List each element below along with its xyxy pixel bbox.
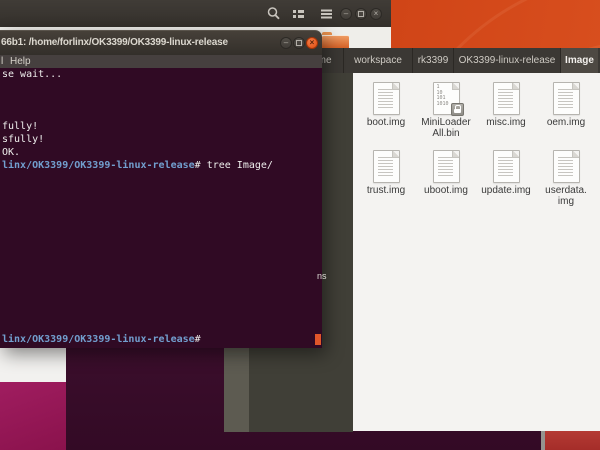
terminal-prompt-line: linx/OK3399/OK3399-linux-release# [2, 333, 201, 346]
page-fold [392, 83, 399, 90]
page-fold [452, 83, 459, 90]
file-grid: boot.img 1 10 101 1010 MiniLoader All.bin m… [356, 76, 596, 212]
terminal-line: fully! [2, 120, 322, 133]
text-file-icon [553, 150, 580, 183]
document-lines [378, 89, 393, 109]
terminal-window: 66b1: /home/forlinx/OK3399/OK3399-linux-… [0, 30, 322, 348]
breadcrumb-image[interactable]: Image [560, 48, 598, 73]
file-item[interactable]: misc.img [476, 76, 536, 144]
file-item[interactable]: uboot.img [416, 144, 476, 212]
file-label: oem.img [547, 117, 585, 128]
text-file-icon [493, 150, 520, 183]
file-item[interactable]: 1 10 101 1010 MiniLoader All.bin [416, 76, 476, 144]
document-lines [438, 157, 453, 177]
maximize-icon [296, 40, 302, 46]
close-button[interactable]: × [370, 8, 382, 20]
maximize-button[interactable] [355, 8, 367, 20]
terminal-close-button[interactable]: × [306, 37, 318, 49]
terminal-line [2, 94, 322, 107]
file-item[interactable]: oem.img [536, 76, 596, 144]
terminal-line: linx/OK3399/OK3399-linux-release# tree I… [2, 159, 322, 172]
terminal-text-segment: fully! [2, 121, 38, 132]
text-file-icon [373, 150, 400, 183]
terminal-line: sfully! [2, 133, 322, 146]
page-fold [512, 83, 519, 90]
hamburger-menu-icon[interactable] [319, 6, 334, 21]
breadcrumb-workspace[interactable]: workspace [343, 48, 412, 73]
file-label: misc.img [486, 117, 525, 128]
terminal-lines: se wait...fully!sfully!OK.linx/OK3399/OK… [0, 68, 322, 172]
terminal-menu-help[interactable]: Help [10, 56, 31, 67]
file-label: boot.img [367, 117, 405, 128]
breadcrumb-ok3399-linux-release[interactable]: OK3399-linux-release [453, 48, 560, 73]
breadcrumb-rk3399[interactable]: rk3399 [412, 48, 453, 73]
terminal-line [2, 107, 322, 120]
terminal-line [2, 81, 322, 94]
terminal-text-segment: sfully! [2, 134, 44, 145]
file-item[interactable]: update.img [476, 144, 536, 212]
document-lines [498, 89, 513, 109]
terminal-text-segment: OK. [2, 147, 20, 158]
terminal-text-segment: se wait... [2, 69, 62, 80]
file-item[interactable]: userdata. img [536, 144, 596, 212]
terminal-menubar: l Help [0, 55, 322, 68]
terminal-output[interactable]: se wait...fully!sfully!OK.linx/OK3399/OK… [0, 68, 322, 348]
document-lines [498, 157, 513, 177]
file-item[interactable]: boot.img [356, 76, 416, 144]
breadcrumb-bar: homeworkspacerk3399OK3399-linux-releaseI… [280, 48, 600, 73]
page-fold [512, 151, 519, 158]
page-fold [392, 151, 399, 158]
terminal-maximize-button[interactable] [293, 37, 305, 49]
search-icon[interactable] [266, 6, 281, 21]
file-label: uboot.img [424, 185, 468, 196]
list-view-icon[interactable] [291, 6, 306, 21]
minimize-button[interactable]: – [340, 8, 352, 20]
page-fold [452, 151, 459, 158]
terminal-line: se wait... [2, 68, 322, 81]
terminal-title: 66b1: /home/forlinx/OK3399/OK3399-linux-… [1, 37, 228, 48]
text-file-icon [493, 82, 520, 115]
desktop: – × homeworkspacerk3399OK3399-linux-rele… [0, 0, 600, 450]
file-label: trust.img [367, 185, 405, 196]
terminal-menu-fragment: l [1, 56, 3, 67]
text-file-icon [553, 82, 580, 115]
page-fold [572, 151, 579, 158]
file-item[interactable]: trust.img [356, 144, 416, 212]
file-list-area: boot.img 1 10 101 1010 MiniLoader All.bin m… [353, 73, 600, 431]
background-window-red [545, 431, 600, 450]
document-lines [558, 89, 573, 109]
file-label: userdata. img [545, 185, 587, 207]
background-window-magenta [0, 382, 66, 450]
file-label: MiniLoader All.bin [421, 117, 470, 139]
text-file-icon [373, 82, 400, 115]
maximize-icon [358, 11, 364, 17]
files-headerbar: – × [0, 0, 391, 27]
terminal-text-segment: # tree Image/ [195, 160, 273, 171]
terminal-minimize-button[interactable]: – [280, 37, 292, 49]
document-lines [558, 157, 573, 177]
terminal-line: OK. [2, 146, 322, 159]
file-label: update.img [481, 185, 530, 196]
terminal-text-segment: linx/OK3399/OK3399-linux-release [2, 334, 195, 345]
binary-file-icon: 1 10 101 1010 [433, 82, 460, 115]
terminal-text-segment: linx/OK3399/OK3399-linux-release [2, 160, 195, 171]
terminal-titlebar[interactable]: 66b1: /home/forlinx/OK3399/OK3399-linux-… [0, 30, 322, 55]
window-edge-divider [541, 431, 545, 450]
page-fold [572, 83, 579, 90]
binary-content: 1 10 101 1010 [437, 85, 449, 107]
background-window-olive-strip [224, 348, 249, 432]
document-lines [378, 157, 393, 177]
terminal-cursor [315, 334, 321, 345]
background-text-fragment: ns [317, 271, 327, 281]
lock-emblem-icon [451, 103, 464, 116]
terminal-text-segment: # [195, 334, 201, 345]
text-file-icon [433, 150, 460, 183]
background-window-white [0, 347, 66, 382]
